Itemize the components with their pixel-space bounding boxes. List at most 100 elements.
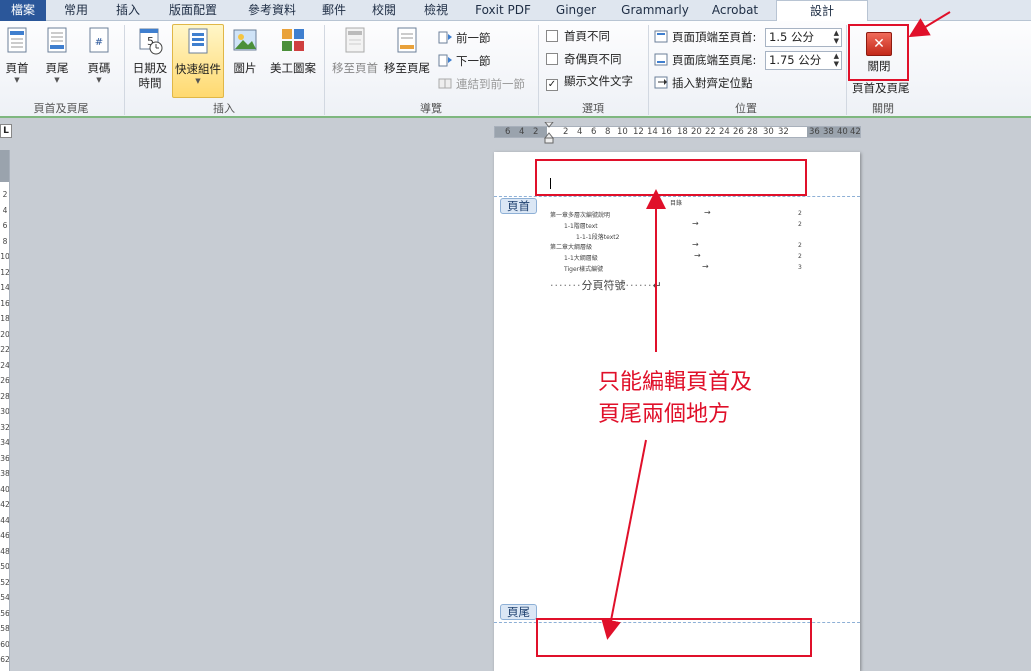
indent-marker[interactable] (543, 121, 555, 144)
goto-footer-icon (397, 27, 417, 53)
ruler-tick: 6 (505, 127, 511, 137)
ruler-tick: 12 (633, 127, 644, 137)
ruler-tick: 42 (0, 500, 10, 509)
spinner-arrows-icon[interactable]: ▲ ▼ (834, 52, 839, 68)
clip-art-icon (282, 29, 304, 51)
chevron-down-icon: ▼ (14, 76, 20, 84)
ruler-tick: 14 (0, 283, 10, 292)
ruler-tick: 50 (0, 562, 10, 571)
show-document-text-checkbox[interactable]: ✓ 顯示文件文字 (546, 73, 633, 91)
page-number-button[interactable]: # 頁碼 ▼ (84, 26, 114, 85)
vertical-ruler[interactable]: 2 4 6 8 10 12 14 16 18 20 22 24 26 28 30 32 34 36 38 40 42 44… (0, 150, 10, 671)
header-position-icon (654, 30, 668, 43)
page-number-icon: # (89, 27, 109, 53)
tab-acrobat[interactable]: Acrobat (704, 0, 766, 21)
insert-alignment-tab-button[interactable]: 插入對齊定位點 (654, 75, 753, 92)
tab-design[interactable]: 設計 (776, 0, 868, 22)
date-time-label-1: 日期及 (132, 61, 168, 75)
footer-button-label: 頁尾 (45, 61, 69, 75)
header-button[interactable]: 頁首 ▼ (2, 26, 32, 85)
ruler-tick: 6 (2, 221, 8, 230)
ruler-tick: 52 (0, 577, 10, 587)
footer-button[interactable]: 頁尾 ▼ (42, 26, 72, 85)
ruler-tick: 18 (677, 127, 688, 137)
ruler-tick: 8 (2, 236, 8, 246)
ruler-tick: 54 (0, 593, 10, 602)
toc-entry[interactable]: 1-1-1段落text2 (576, 232, 806, 241)
tab-insert[interactable]: 插入 (104, 0, 152, 21)
tab-arrow-icon: → (692, 219, 699, 228)
different-first-page-label: 首頁不同 (564, 29, 610, 43)
toc-entry-page: 2 (798, 221, 802, 228)
checkbox-box[interactable] (546, 30, 558, 42)
ruler-tick: 8 (605, 127, 611, 137)
tab-grammarly[interactable]: Grammarly (616, 0, 694, 21)
toc-entry[interactable]: 1-1大綱層級 → 2 (564, 251, 806, 262)
date-time-button[interactable]: 5 日期及 時間 (130, 26, 170, 91)
quick-parts-button[interactable]: 快速組件 ▼ (172, 24, 224, 98)
previous-section-icon (438, 31, 452, 44)
tab-file[interactable]: 檔案 (0, 0, 46, 21)
toc-entry[interactable]: 第二章大綱層級 → 2 (550, 240, 806, 251)
ruler-tick: 28 (747, 127, 758, 137)
tab-arrow-icon: → (692, 240, 699, 249)
tab-foxit-pdf[interactable]: Foxit PDF (468, 0, 538, 21)
next-section-button[interactable]: 下一節 (438, 53, 491, 70)
group-separator (324, 25, 325, 115)
header-from-top-label: 頁面頂端至頁首: (654, 29, 756, 46)
tab-page-layout[interactable]: 版面配置 (158, 0, 228, 21)
group-label-navigation: 導覽 (420, 102, 442, 115)
tab-mailings[interactable]: 郵件 (312, 0, 356, 21)
close-highlight-box (848, 24, 909, 81)
ruler-tick: 46 (0, 531, 10, 540)
header-from-top-spinner[interactable]: 1.5 公分 ▲ ▼ (765, 28, 842, 47)
ribbon-tab-bar: 檔案 常用 插入 版面配置 參考資料 郵件 校閱 檢視 Foxit PDF Gi… (0, 0, 1031, 22)
toc-entry[interactable]: Tiger樣式編號 → 3 (564, 262, 806, 273)
toc-entry[interactable]: 第一章多層次編號說明 → 2 (550, 208, 806, 219)
different-odd-even-checkbox[interactable]: 奇偶頁不同 (546, 51, 622, 68)
show-document-text-label: 顯示文件文字 (564, 74, 633, 88)
link-icon (438, 78, 452, 89)
checkbox-box[interactable] (546, 53, 558, 65)
spinner-arrows-icon[interactable]: ▲ ▼ (834, 29, 839, 45)
tab-selector[interactable]: L (0, 124, 12, 138)
tab-home[interactable]: 常用 (52, 0, 100, 21)
clip-art-button[interactable]: 美工圖案 (266, 26, 320, 76)
previous-section-label: 前一節 (456, 31, 491, 45)
goto-footer-button[interactable]: 移至頁尾 (382, 26, 432, 76)
page-number-button-label: 頁碼 (87, 61, 111, 75)
ruler-tick: 32 (0, 422, 10, 432)
footer-from-bottom-spinner[interactable]: 1.75 公分 ▲ ▼ (765, 51, 842, 70)
previous-section-button[interactable]: 前一節 (438, 30, 491, 47)
tab-ginger[interactable]: Ginger (548, 0, 604, 21)
picture-button[interactable]: 圖片 (228, 26, 262, 76)
ruler-tick: 30 (763, 127, 774, 137)
tab-view[interactable]: 檢視 (414, 0, 458, 21)
paragraph-mark-icon: ↵ (652, 279, 662, 292)
tab-review[interactable]: 校閱 (362, 0, 406, 21)
ruler-tick: 10 (0, 252, 10, 261)
goto-header-button[interactable]: 移至頁首 (330, 26, 380, 76)
link-to-previous-button[interactable]: 連結到前一節 (438, 76, 525, 93)
annotation-text-line-1: 只能編輯頁首及 (598, 370, 753, 395)
header-highlight-box (535, 159, 807, 196)
header-button-label: 頁首 (5, 61, 29, 75)
ruler-tick: 58 (0, 624, 10, 633)
toc-entry-page: 2 (798, 210, 802, 217)
ruler-tick: 38 (823, 127, 834, 137)
checkbox-checked[interactable]: ✓ (546, 79, 558, 91)
close-button-sublabel: 頁首及頁尾 (852, 81, 910, 95)
group-separator (846, 25, 847, 115)
ruler-tick: 16 (661, 127, 672, 137)
ruler-tick: 36 (809, 127, 820, 137)
ruler-tick: 4 (519, 127, 525, 137)
ruler-tick: 38 (0, 469, 10, 478)
tab-references[interactable]: 參考資料 (236, 0, 308, 21)
ruler-tick: 48 (0, 546, 10, 556)
different-first-page-checkbox[interactable]: 首頁不同 (546, 28, 610, 45)
ruler-tick: 18 (0, 314, 10, 323)
goto-header-label: 移至頁首 (332, 61, 378, 75)
toc-entry[interactable]: 1-1階層text → 2 (564, 219, 806, 230)
toc-entry-text: 第二章大綱層級 (550, 244, 593, 251)
group-label-position: 位置 (735, 102, 757, 115)
